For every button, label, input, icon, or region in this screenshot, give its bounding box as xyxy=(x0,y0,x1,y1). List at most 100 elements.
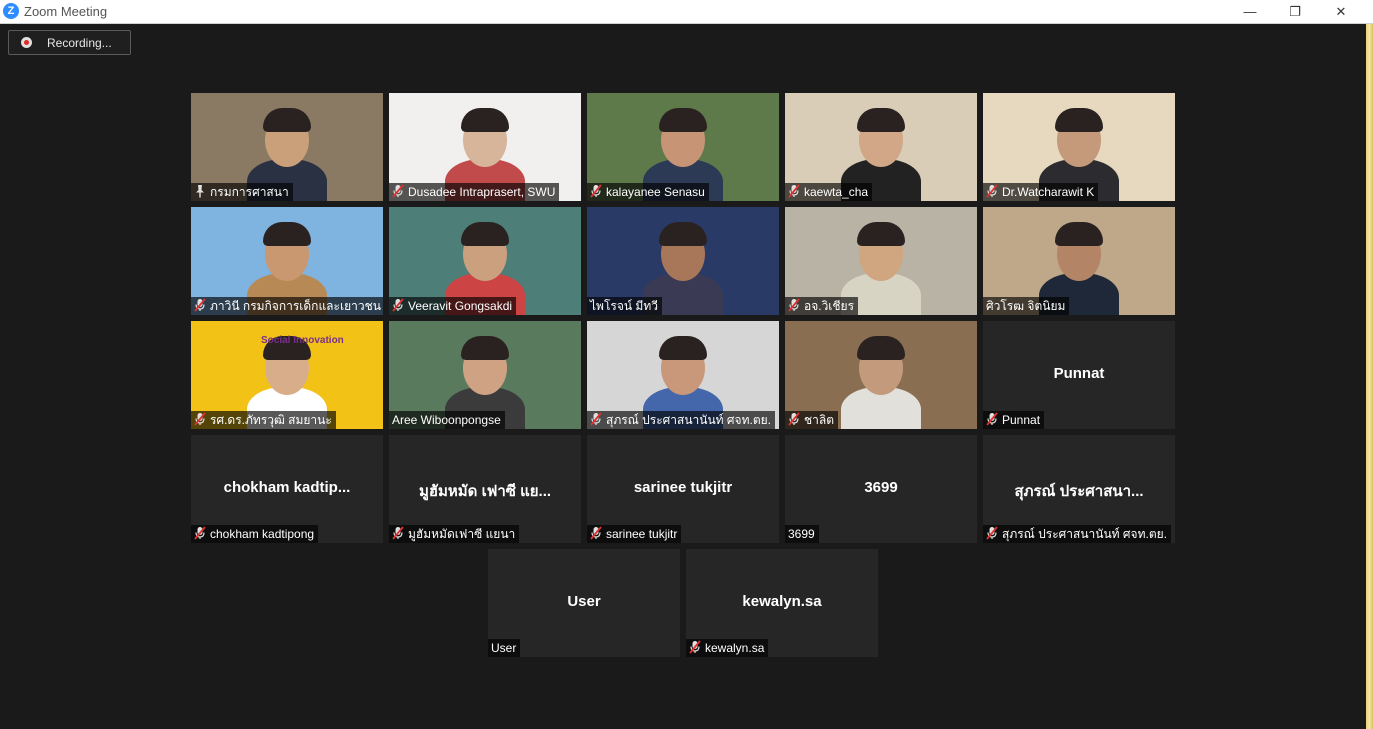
participant-display-name: สุภรณ์ ประศาสนา... xyxy=(1014,483,1144,500)
muted-mic-icon xyxy=(194,298,206,312)
participant-name-tag: Punnat xyxy=(983,411,1045,429)
participant-name-tag: Veeravit Gongsakdi xyxy=(389,297,517,315)
participant-hair xyxy=(461,336,509,360)
participant-display-name: kewalyn.sa xyxy=(742,593,822,610)
participant-hair xyxy=(857,108,905,132)
participant-name: ชาลิต xyxy=(804,413,835,427)
muted-mic-icon xyxy=(590,412,602,426)
participant-name-tag: kewalyn.sa xyxy=(686,639,769,657)
participant-display-name: chokham kadtip... xyxy=(223,479,351,496)
participant-hair xyxy=(659,336,707,360)
participant-name-tag: kaewta_cha xyxy=(785,183,873,201)
participant-tile[interactable]: Aree Wiboonpongse xyxy=(389,321,581,429)
zoom-logo-icon: Z xyxy=(3,3,19,19)
participant-name: kaewta_cha xyxy=(804,185,869,199)
participant-name-tag: มูฮัมหมัดเฟาซี แยนา xyxy=(389,525,520,543)
participant-display-name: Punnat xyxy=(1053,365,1105,382)
participant-tile[interactable]: chokham kadtip... chokham kadtipong xyxy=(191,435,383,543)
participant-name: User xyxy=(491,641,517,655)
participant-name-tag: รศ.ดร.ภัทรวุฒิ สมยานะ xyxy=(191,411,336,429)
window-title: Zoom Meeting xyxy=(24,4,108,19)
participant-name: สุภรณ์ ประศาสนานันท์ ศจท.ตย. xyxy=(1002,527,1167,541)
participant-name: kalayanee Senasu xyxy=(606,185,705,199)
participant-tile[interactable]: ศิวโรฒ จิตนิยม xyxy=(983,207,1175,315)
participant-display-name: มูฮัมหมัด เฟาซี แย... xyxy=(418,483,552,500)
participant-name-tag: Dusadee Intraprasert, SWU xyxy=(389,183,560,201)
participant-hair xyxy=(1055,222,1103,246)
participant-tile[interactable]: ชาลิต xyxy=(785,321,977,429)
participant-name: สุภรณ์ ประศาสนานันท์ ศจท.ตย. xyxy=(606,413,771,427)
muted-mic-icon xyxy=(986,412,998,426)
restore-button[interactable]: ❐ xyxy=(1272,0,1318,23)
participant-tile[interactable]: sarinee tukjitr sarinee tukjitr xyxy=(587,435,779,543)
participant-tile[interactable]: Dr.Watcharawit K xyxy=(983,93,1175,201)
participant-name: Aree Wiboonpongse xyxy=(392,413,501,427)
muted-mic-icon xyxy=(986,526,998,540)
muted-mic-icon xyxy=(590,526,602,540)
participant-name: 3699 xyxy=(788,527,815,541)
participant-tile[interactable]: สุภรณ์ ประศาสนานันท์ ศจท.ตย. xyxy=(587,321,779,429)
participant-name-tag: chokham kadtipong xyxy=(191,525,319,543)
participant-name-tag: sarinee tukjitr xyxy=(587,525,682,543)
close-button[interactable]: ✕ xyxy=(1318,0,1364,23)
participant-name: มูฮัมหมัดเฟาซี แยนา xyxy=(408,527,516,541)
participant-tile[interactable]: kewalyn.sa kewalyn.sa xyxy=(686,549,878,657)
participant-tile[interactable]: อจ.วิเชียร xyxy=(785,207,977,315)
participant-name: รศ.ดร.ภัทรวุฒิ สมยานะ xyxy=(210,413,332,427)
participant-tile[interactable]: User User xyxy=(488,549,680,657)
participant-name-tag: ภาวินี กรมกิจการเด็กและเยาวชน xyxy=(191,297,383,315)
recording-indicator[interactable]: Recording... xyxy=(8,30,131,55)
participant-name: อจ.วิเชียร xyxy=(804,299,855,313)
participant-name-tag: kalayanee Senasu xyxy=(587,183,709,201)
recording-label: Recording... xyxy=(47,36,112,50)
muted-mic-icon xyxy=(392,184,404,198)
participant-display-name: sarinee tukjitr xyxy=(633,479,733,496)
participant-hair xyxy=(461,108,509,132)
muted-mic-icon xyxy=(194,526,206,540)
muted-mic-icon xyxy=(986,184,998,198)
participant-tile[interactable]: สุภรณ์ ประศาสนา... สุภรณ์ ประศาสนานันท์ ศ… xyxy=(983,435,1175,543)
participant-name: Veeravit Gongsakdi xyxy=(408,299,513,313)
participant-tile[interactable]: kalayanee Senasu xyxy=(587,93,779,201)
participant-tile[interactable]: kaewta_cha xyxy=(785,93,977,201)
participant-display-name: 3699 xyxy=(864,479,898,496)
participant-tile[interactable]: 3699 3699 xyxy=(785,435,977,543)
participant-tile[interactable]: Veeravit Gongsakdi xyxy=(389,207,581,315)
participant-tile[interactable]: Punnat Punnat xyxy=(983,321,1175,429)
participant-name: Dr.Watcharawit K xyxy=(1002,185,1095,199)
participant-name-tag: ไพโรจน์ มีทวี xyxy=(587,297,662,315)
participant-hair xyxy=(857,336,905,360)
participant-name: kewalyn.sa xyxy=(705,641,765,655)
participant-display-name: User xyxy=(567,593,601,610)
participant-name: ศิวโรฒ จิตนิยม xyxy=(986,299,1066,313)
muted-mic-icon xyxy=(788,298,800,312)
participant-tile[interactable]: ภาวินี กรมกิจการเด็กและเยาวชน xyxy=(191,207,383,315)
participant-tile[interactable]: ไพโรจน์ มีทวี xyxy=(587,207,779,315)
minimize-button[interactable]: — xyxy=(1227,0,1273,23)
participant-name-tag: ศิวโรฒ จิตนิยม xyxy=(983,297,1070,315)
muted-mic-icon xyxy=(392,526,404,540)
participant-name: Dusadee Intraprasert, SWU xyxy=(408,185,556,199)
participant-tile[interactable]: กรมการศาสนา xyxy=(191,93,383,201)
participant-hair xyxy=(857,222,905,246)
muted-mic-icon xyxy=(689,640,701,654)
participant-name-tag: สุภรณ์ ประศาสนานันท์ ศจท.ตย. xyxy=(587,411,775,429)
participant-name-tag: ชาลิต xyxy=(785,411,839,429)
participant-name-tag: 3699 xyxy=(785,525,819,543)
participant-tile[interactable]: มูฮัมหมัด เฟาซี แย... มูฮัมหมัดเฟาซี แยนา xyxy=(389,435,581,543)
record-icon xyxy=(21,37,32,48)
desktop-edge xyxy=(1366,24,1373,729)
muted-mic-icon xyxy=(392,298,404,312)
participant-tile[interactable]: Dusadee Intraprasert, SWU xyxy=(389,93,581,201)
background-banner-text: Social Innovation xyxy=(261,335,344,346)
muted-mic-icon xyxy=(590,184,602,198)
participant-name: Punnat xyxy=(1002,413,1041,427)
participant-name-tag: Aree Wiboonpongse xyxy=(389,411,505,429)
participant-name-tag: Dr.Watcharawit K xyxy=(983,183,1099,201)
participant-name-tag: User xyxy=(488,639,521,657)
participant-name: sarinee tukjitr xyxy=(606,527,678,541)
participant-hair xyxy=(263,222,311,246)
participant-tile[interactable]: Social Innovation รศ.ดร.ภัทรวุฒิ สมยานะ xyxy=(191,321,383,429)
participant-name-tag: สุภรณ์ ประศาสนานันท์ ศจท.ตย. xyxy=(983,525,1171,543)
participant-hair xyxy=(659,222,707,246)
